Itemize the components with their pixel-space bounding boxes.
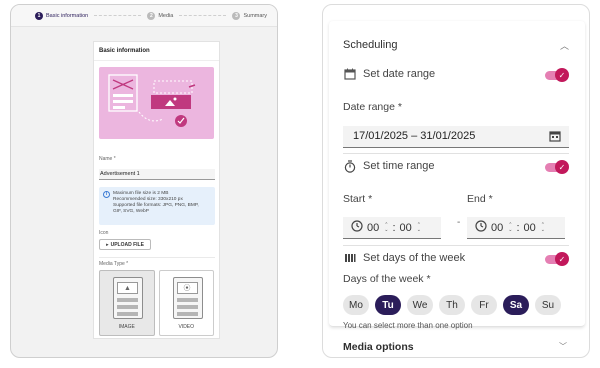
step-number: 1 xyxy=(35,11,43,20)
icon-field-group: Icon ▸ UPLOAD FILE xyxy=(94,230,219,250)
step-label: Basic information xyxy=(46,12,89,19)
stopwatch-icon xyxy=(343,159,357,173)
start-label: Start * xyxy=(343,193,373,205)
set-time-range-label: Set time range xyxy=(363,160,435,172)
end-label: End * xyxy=(467,193,493,205)
illustration-graphic xyxy=(108,74,196,127)
set-days-of-week-row: Set days of the week xyxy=(343,251,465,265)
date-range-label: Date range * xyxy=(343,101,402,113)
media-type-video-label: VIDEO xyxy=(178,324,195,330)
end-minutes-value[interactable]: 00 xyxy=(524,222,536,234)
start-hours-value[interactable]: 00 xyxy=(367,222,379,234)
calendar-bars-icon xyxy=(343,251,357,265)
divider xyxy=(99,257,215,258)
hours-spinner-icon[interactable]: ⌃ ⌄ xyxy=(384,222,388,233)
time-separator: : xyxy=(392,221,396,234)
name-label: Name * xyxy=(99,156,116,162)
step-basic-information[interactable]: 1 Basic information xyxy=(35,11,89,20)
time-separator: : xyxy=(516,221,520,234)
calendar-icon xyxy=(343,67,357,81)
check-icon: ✓ xyxy=(555,160,569,174)
set-date-range-row: Set date range xyxy=(343,67,435,81)
upload-file-label: UPLOAD FILE xyxy=(110,241,144,248)
set-time-range-row: Set time range xyxy=(343,159,435,173)
days-of-week-toggle[interactable]: ✓ xyxy=(545,252,569,266)
start-minutes-value[interactable]: 00 xyxy=(400,222,412,234)
advertisement-illustration xyxy=(99,67,214,139)
date-range-value: 17/01/2025 – 31/01/2025 xyxy=(353,130,476,142)
start-time-input[interactable]: 00 ⌃ ⌄ : 00 ⌃ ⌄ xyxy=(343,217,441,239)
day-chip-thursday[interactable]: Th xyxy=(439,295,465,315)
set-date-range-label: Set date range xyxy=(363,68,436,80)
step-connector xyxy=(179,15,227,16)
media-type-image-label: IMAGE xyxy=(118,324,135,330)
step-number: 3 xyxy=(232,11,241,20)
day-chip-saturday[interactable]: Sa xyxy=(503,295,529,315)
add-advertisement-wizard: 1 Basic information 2 Media 3 Summary Ba… xyxy=(10,4,278,358)
media-options-header[interactable]: Media options xyxy=(343,341,414,353)
scheduling-section: Scheduling ︿ Set date range ✓ Date range… xyxy=(329,21,585,330)
check-icon: ✓ xyxy=(555,68,569,82)
day-chip-wednesday[interactable]: We xyxy=(407,295,433,315)
name-field-group: Name * xyxy=(94,156,219,180)
end-time-input[interactable]: 00 ⌃ ⌄ : 00 ⌃ ⌄ xyxy=(467,217,565,239)
upload-file-button[interactable]: ▸ UPLOAD FILE xyxy=(99,239,151,250)
step-summary[interactable]: 3 Summary xyxy=(232,11,268,20)
scheduling-settings-panel: Scheduling ︿ Set date range ✓ Date range… xyxy=(322,4,590,358)
day-chip-friday[interactable]: Fr xyxy=(471,295,497,315)
end-hours-value[interactable]: 00 xyxy=(491,222,503,234)
day-chip-tuesday[interactable]: Tu xyxy=(375,295,401,315)
time-range-toggle[interactable]: ✓ xyxy=(545,160,569,174)
icon-label: Icon xyxy=(99,230,109,236)
step-label: Summary xyxy=(243,12,268,19)
day-chip-sunday[interactable]: Su xyxy=(535,295,561,315)
upload-arrow-icon: ▸ xyxy=(106,241,109,248)
check-icon: ✓ xyxy=(555,252,569,266)
media-type-group: Media Type * ▲ IMAGE ⦿ VIDEO xyxy=(94,261,219,336)
media-type-video-option[interactable]: ⦿ VIDEO xyxy=(158,270,214,336)
divider xyxy=(343,245,569,246)
days-hint: You can select more than one option xyxy=(343,321,473,330)
days-of-week-label: Days of the week * xyxy=(343,273,431,285)
stepper: 1 Basic information 2 Media 3 Summary xyxy=(11,5,277,27)
step-connector xyxy=(94,15,142,16)
date-range-toggle[interactable]: ✓ xyxy=(545,68,569,82)
file-requirements-info: i Maximum file size is 2 MB Recommended … xyxy=(99,187,215,225)
scheduling-title: Scheduling xyxy=(343,39,398,51)
clock-icon xyxy=(475,220,487,235)
step-media[interactable]: 2 Media xyxy=(147,11,174,20)
media-type-label: Media Type * xyxy=(99,261,129,267)
step-label: Media xyxy=(158,12,174,19)
hours-spinner-icon[interactable]: ⌃ ⌄ xyxy=(508,222,512,233)
video-preview-icon: ⦿ xyxy=(172,277,203,319)
info-icon: i xyxy=(103,191,110,198)
info-line: GIF, SVG, WebP xyxy=(113,208,149,214)
date-range-input[interactable]: 17/01/2025 – 31/01/2025 xyxy=(343,126,569,148)
divider xyxy=(343,153,569,154)
step-number: 2 xyxy=(147,11,156,20)
range-dash: - xyxy=(457,217,461,228)
calendar-icon[interactable] xyxy=(549,130,561,145)
set-days-of-week-label: Set days of the week xyxy=(363,252,466,264)
minutes-spinner-icon[interactable]: ⌃ ⌄ xyxy=(541,222,545,233)
days-of-week-chips: Mo Tu We Th Fr Sa Su xyxy=(343,295,561,315)
minutes-spinner-icon[interactable]: ⌃ ⌄ xyxy=(417,222,421,233)
basic-information-form: Basic information Name * Advertisement 1… xyxy=(93,41,220,339)
form-title: Basic information xyxy=(94,42,219,61)
image-preview-icon: ▲ xyxy=(113,277,143,319)
day-chip-monday[interactable]: Mo xyxy=(343,295,369,315)
name-input[interactable] xyxy=(99,169,215,180)
chevron-down-icon[interactable]: ﹀ xyxy=(559,341,567,352)
media-type-image-option[interactable]: ▲ IMAGE xyxy=(99,270,155,336)
chevron-up-icon[interactable]: ︿ xyxy=(560,39,569,52)
clock-icon xyxy=(351,220,363,235)
